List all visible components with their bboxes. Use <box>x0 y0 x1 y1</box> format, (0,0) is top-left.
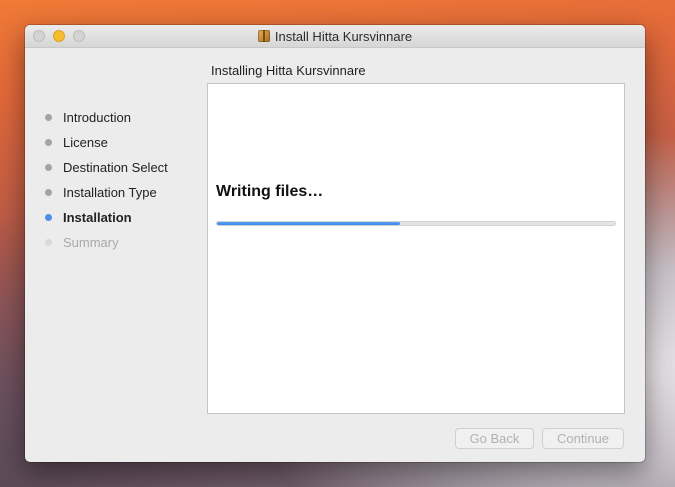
step-summary: Summary <box>63 235 119 250</box>
step-dot-summary <box>45 239 52 246</box>
pane-subtitle: Installing Hitta Kursvinnare <box>211 63 366 78</box>
step-dot-installation-type <box>45 189 52 196</box>
continue-button[interactable]: Continue <box>542 428 624 449</box>
step-dot-destination-select <box>45 164 52 171</box>
go-back-button[interactable]: Go Back <box>455 428 534 449</box>
step-destination-select: Destination Select <box>63 160 168 175</box>
steps-sidebar: Introduction License Destination Select … <box>25 47 207 442</box>
step-installation-type: Installation Type <box>63 185 157 200</box>
window-title: Install Hitta Kursvinnare <box>25 29 645 45</box>
title-bar[interactable]: Install Hitta Kursvinnare <box>25 25 645 48</box>
status-text: Writing files… <box>216 183 324 200</box>
progress-bar-fill <box>217 222 401 225</box>
step-dot-installation <box>45 214 52 221</box>
progress-bar <box>216 221 616 226</box>
content-pane: Writing files… <box>207 83 625 414</box>
step-introduction: Introduction <box>63 110 131 125</box>
step-dot-license <box>45 139 52 146</box>
step-installation: Installation <box>63 210 132 225</box>
step-license: License <box>63 135 108 150</box>
window-title-text: Install Hitta Kursvinnare <box>274 29 413 44</box>
package-icon <box>257 30 270 42</box>
step-dot-introduction <box>45 114 52 121</box>
installer-window: Install Hitta Kursvinnare Introduction L… <box>25 25 645 462</box>
